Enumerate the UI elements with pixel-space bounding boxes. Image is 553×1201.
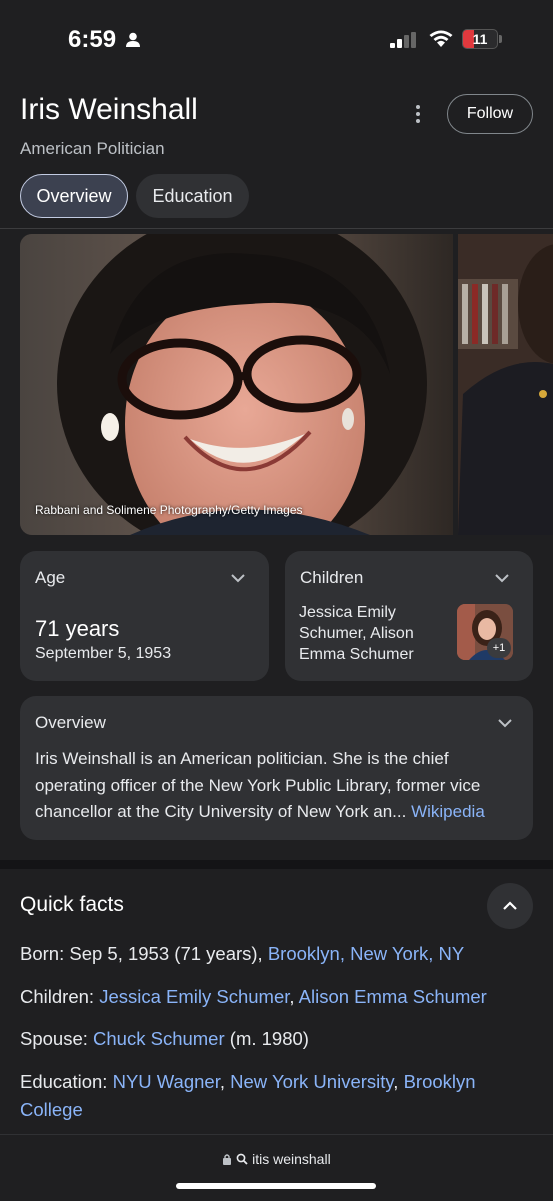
fact-separator: : [102, 1071, 113, 1092]
status-time: 6:59 [68, 26, 117, 53]
child-link-2[interactable]: Alison Emma Schumer [299, 986, 487, 1007]
fact-spouse: Spouse: Chuck Schumer (m. 1980) [20, 1025, 535, 1053]
child-link-1[interactable]: Jessica Emily Schumer [99, 986, 289, 1007]
chevron-down-icon[interactable] [229, 569, 247, 587]
header-divider [0, 228, 553, 229]
age-card-title: Age [35, 568, 66, 587]
fact-children: Children: Jessica Emily Schumer, Alison … [20, 986, 487, 1007]
overview-description: Iris Weinshall is an American politician… [35, 746, 519, 826]
home-indicator[interactable] [176, 1183, 376, 1189]
wikipedia-link[interactable]: Wikipedia [411, 802, 485, 821]
children-card-title: Children [300, 568, 364, 587]
profile-photo[interactable]: Rabbani and Solimene Photography/Getty I… [20, 234, 453, 535]
school-link-1[interactable]: NYU Wagner [113, 1071, 220, 1092]
page-subtitle: American Politician [20, 139, 165, 158]
secondary-portrait-image [458, 234, 553, 535]
child-thumbnail[interactable]: +1 [457, 604, 513, 660]
section-divider [0, 860, 553, 869]
more-children-badge: +1 [487, 638, 511, 658]
fact-born-text: : Sep 5, 1953 (71 years), [59, 943, 268, 964]
lock-icon [223, 1154, 232, 1165]
portrait-image [20, 234, 453, 535]
overview-card-title: Overview [35, 713, 106, 732]
school-link-2[interactable]: New York University [230, 1071, 393, 1092]
age-value: 71 years [35, 616, 120, 641]
spouse-link[interactable]: Chuck Schumer [93, 1028, 225, 1049]
tab-education[interactable]: Education [136, 174, 249, 218]
more-vert-icon[interactable] [408, 102, 428, 126]
birthplace-link[interactable]: Brooklyn, New York, NY [268, 943, 464, 964]
search-query: itis weinshall [252, 1151, 331, 1167]
url-bar[interactable] [0, 1134, 553, 1201]
quick-facts-title: Quick facts [20, 893, 124, 916]
collapse-button[interactable] [487, 883, 533, 929]
photo-credit: Rabbani and Solimene Photography/Getty I… [35, 503, 303, 517]
fact-education-label: Education [20, 1071, 103, 1092]
profile-photo-secondary[interactable] [458, 234, 553, 535]
fact-born: Born: Sep 5, 1953 (71 years), Brooklyn, … [20, 940, 535, 968]
url-display[interactable]: itis weinshall [0, 1151, 553, 1167]
battery-indicator: 11 [462, 29, 498, 49]
tab-overview[interactable]: Overview [20, 174, 128, 218]
age-birthdate: September 5, 1953 [35, 645, 172, 662]
wifi-icon [429, 30, 453, 47]
chevron-up-icon [503, 901, 517, 910]
battery-percent: 11 [472, 31, 488, 47]
fact-children-label: Children [20, 986, 89, 1007]
fact-separator: : [82, 1028, 94, 1049]
cellular-signal-icon [390, 32, 416, 48]
page-title: Iris Weinshall [20, 93, 198, 126]
person-icon [126, 32, 140, 47]
follow-button[interactable]: Follow [447, 94, 533, 134]
fact-education: Education: NYU Wagner, New York Universi… [20, 1071, 476, 1120]
chevron-down-icon[interactable] [496, 714, 514, 732]
fact-separator: : [88, 986, 100, 1007]
battery-cap [499, 35, 502, 43]
spouse-marriage-year: (m. 1980) [224, 1028, 309, 1049]
fact-spouse-label: Spouse [20, 1028, 83, 1049]
search-icon [236, 1153, 248, 1165]
chevron-down-icon[interactable] [493, 569, 511, 587]
fact-born-label: Born [20, 943, 60, 964]
children-names: Jessica Emily Schumer, Alison Emma Schum… [299, 604, 414, 663]
